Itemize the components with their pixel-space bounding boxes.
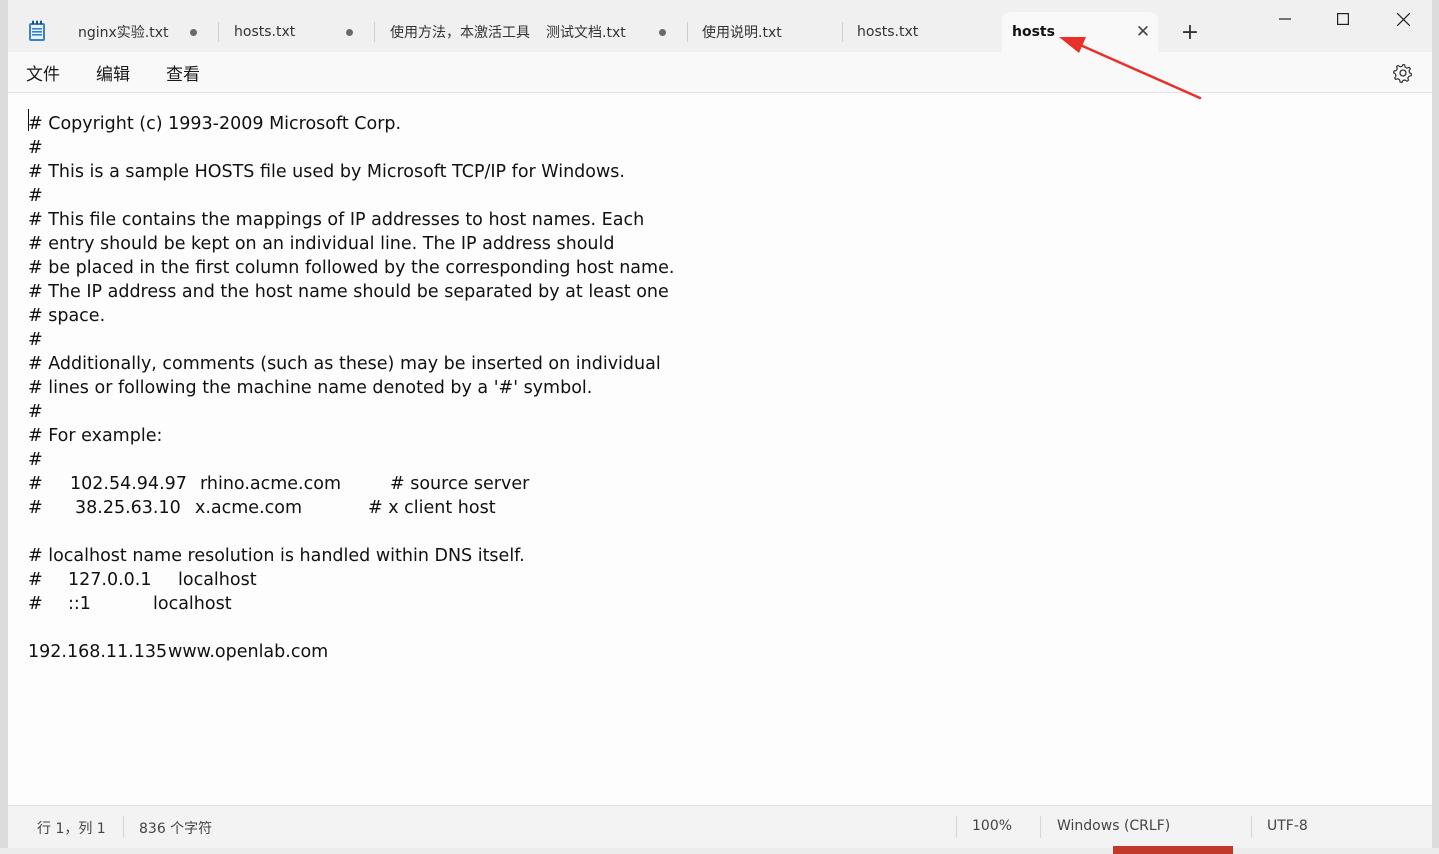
character-count: 836 个字符 — [139, 821, 213, 837]
text-line: # ::1 localhost — [28, 594, 232, 614]
tab-label: hosts.txt — [857, 24, 919, 40]
tab-nginx-txt[interactable]: nginx实验.txt — [64, 12, 219, 52]
new-tab-button[interactable]: + — [1176, 19, 1204, 47]
tab-hosts-txt-2[interactable]: hosts.txt — [843, 12, 998, 52]
unsaved-dot-icon — [190, 28, 197, 36]
tab-test-document-txt[interactable]: 测试文档.txt — [532, 12, 688, 52]
maximize-icon — [1337, 13, 1349, 25]
text-line: # 127.0.0.1 localhost — [28, 570, 257, 590]
notepad-app-icon — [29, 20, 45, 41]
text-line: # 102.54.94.97 rhino.acme.com # source s… — [28, 474, 530, 494]
minimize-button[interactable] — [1256, 0, 1314, 38]
tab-label: 使用方法，本激活工具 — [390, 25, 530, 41]
menu-edit[interactable]: 编辑 — [96, 60, 130, 85]
menu-view[interactable]: 查看 — [166, 60, 200, 85]
text-line: 192.168.11.135 www.openlab.com — [28, 642, 329, 662]
status-divider — [956, 816, 957, 838]
tab-hosts-active[interactable]: hosts ✕ — [1002, 12, 1158, 52]
maximize-button[interactable] — [1314, 0, 1372, 38]
tab-label: 测试文档.txt — [546, 25, 626, 41]
tab-hosts-txt[interactable]: hosts.txt — [220, 12, 375, 52]
tab-activation-tool-instructions[interactable]: 使用方法，本激活工具 — [376, 12, 532, 52]
unsaved-dot-icon — [659, 28, 666, 36]
close-icon — [1396, 12, 1410, 26]
tab-label: nginx实验.txt — [78, 25, 169, 41]
close-window-button[interactable] — [1374, 0, 1432, 38]
minimize-icon — [1279, 18, 1291, 20]
close-tab-icon[interactable]: ✕ — [1128, 22, 1158, 42]
unsaved-dot-icon — [346, 28, 353, 36]
tab-label: hosts — [1012, 24, 1055, 40]
menu-bar: 文件 编辑 查看 — [8, 52, 1432, 92]
notepad-window: nginx实验.txt hosts.txt 使用方法，本激活工具 测试文档.tx… — [8, 0, 1432, 848]
text-editor[interactable]: # Copyright (c) 1993-2009 Microsoft Corp… — [8, 92, 1432, 806]
cursor-position[interactable]: 行 1，列 1 — [37, 818, 106, 838]
menu-file[interactable]: 文件 — [26, 60, 60, 85]
settings-gear-icon[interactable] — [1393, 63, 1413, 83]
encoding[interactable]: UTF-8 — [1267, 818, 1308, 834]
text-line: # 38.25.63.10 x.acme.com # x client host — [28, 498, 496, 518]
tab-label: 使用说明.txt — [702, 25, 782, 41]
line-ending[interactable]: Windows (CRLF) — [1057, 818, 1170, 834]
status-divider — [123, 816, 124, 838]
title-bar: nginx实验.txt hosts.txt 使用方法，本激活工具 测试文档.tx… — [8, 0, 1432, 52]
tab-instructions-txt[interactable]: 使用说明.txt — [688, 12, 843, 52]
zoom-level[interactable]: 100% — [972, 818, 1012, 834]
background-red-button — [1113, 846, 1233, 854]
status-bar: 行 1，列 1 836 个字符 100% Windows (CRLF) UTF-… — [8, 806, 1432, 848]
status-divider — [1251, 816, 1252, 838]
status-divider — [1040, 816, 1041, 838]
tab-label: hosts.txt — [234, 24, 296, 40]
